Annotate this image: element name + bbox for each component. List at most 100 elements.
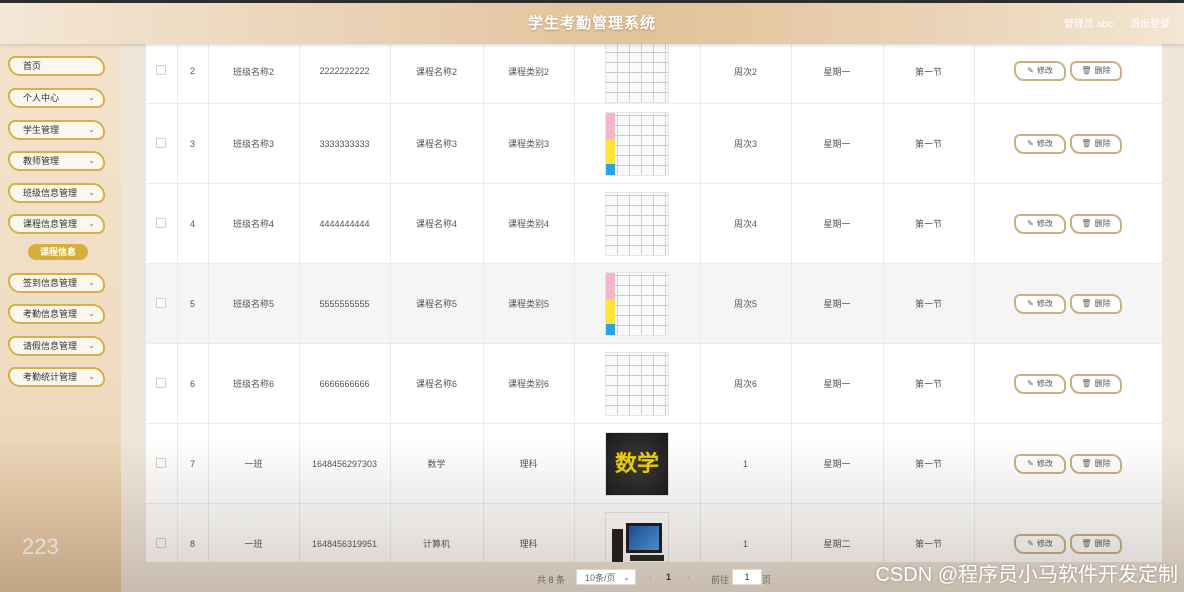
cell-actions: ✎ 修改 🗑 删除 xyxy=(974,44,1162,104)
chevron-down-icon: ⌄ xyxy=(88,156,95,165)
chevron-down-icon: ⌄ xyxy=(88,278,95,287)
sidebar-item-statistics[interactable]: 考勤统计管理 ⌄ xyxy=(8,367,105,387)
table-row: 7 一班 1648456297303 数学 理科 数学 1 星期一 第一节 ✎ 修改 🗑 删除 xyxy=(146,423,1162,504)
course-table: 2 班级名称2 2222222222 课程名称2 课程类别2 周次2 星期一 第一节 ✎ 修改 🗑 删… xyxy=(146,44,1162,562)
course-image xyxy=(605,271,669,336)
sidebar-item-personal-center[interactable]: 个人中心 ⌄ xyxy=(8,88,105,108)
cell-week: 1 xyxy=(700,503,792,562)
cell-actions: ✎ 修改 🗑 删除 xyxy=(974,343,1162,424)
delete-button[interactable]: 🗑 删除 xyxy=(1070,373,1122,394)
row-checkbox[interactable] xyxy=(156,297,167,308)
cell-course-type: 课程类别2 xyxy=(483,44,575,104)
cell-class-name: 一班 xyxy=(208,503,300,562)
cell-course-type: 课程类别3 xyxy=(483,103,575,184)
next-page-button[interactable]: › xyxy=(687,572,690,582)
edit-label: 修改 xyxy=(1036,458,1053,468)
edit-button[interactable]: ✎ 修改 xyxy=(1014,213,1066,234)
delete-button[interactable]: 🗑 删除 xyxy=(1070,213,1122,234)
cell-image xyxy=(574,183,701,264)
chevron-down-icon: ⌄ xyxy=(88,372,95,381)
edit-button[interactable]: ✎ 修改 xyxy=(1014,61,1066,81)
row-checkbox[interactable] xyxy=(156,377,167,388)
cell-weekday: 星期一 xyxy=(791,343,884,424)
delete-label: 删除 xyxy=(1094,538,1111,548)
edit-button[interactable]: ✎ 修改 xyxy=(1014,373,1066,394)
page-size-select[interactable]: 10条/页 ⌄ xyxy=(576,569,636,585)
row-index: 3 xyxy=(177,103,209,184)
sidebar-item-label: 请假信息管理 xyxy=(23,341,78,351)
edit-icon: ✎ xyxy=(1027,138,1034,148)
cell-actions: ✎ 修改 🗑 删除 xyxy=(974,423,1162,504)
cell-course-name: 课程名称2 xyxy=(390,44,484,104)
row-checkbox[interactable] xyxy=(156,65,167,75)
edit-icon: ✎ xyxy=(1027,298,1034,308)
sidebar-subitem-course-info[interactable]: 课程信息 xyxy=(28,244,88,260)
cell-course-name: 数学 xyxy=(390,423,484,504)
row-index: 8 xyxy=(177,503,209,562)
row-checkbox[interactable] xyxy=(156,457,167,468)
table-row: 2 班级名称2 2222222222 课程名称2 课程类别2 周次2 星期一 第一节 ✎ 修改 🗑 删… xyxy=(146,44,1162,104)
row-checkbox[interactable] xyxy=(156,217,167,228)
delete-button[interactable]: 🗑 删除 xyxy=(1070,293,1122,314)
edit-button[interactable]: ✎ 修改 xyxy=(1014,533,1066,554)
delete-label: 删除 xyxy=(1094,378,1111,388)
delete-button[interactable]: 🗑 删除 xyxy=(1070,133,1122,154)
delete-label: 删除 xyxy=(1094,298,1111,308)
goto-page-input[interactable]: 1 xyxy=(732,569,762,585)
sidebar-item-signin[interactable]: 签到信息管理 ⌄ xyxy=(8,273,105,293)
header-user-area: 管理员 abo 退出登录 xyxy=(1050,15,1170,30)
edit-button[interactable]: ✎ 修改 xyxy=(1014,293,1066,314)
row-checkbox[interactable] xyxy=(156,137,167,148)
cell-actions: ✎ 修改 🗑 删除 xyxy=(974,503,1162,562)
prev-page-button[interactable]: ‹ xyxy=(649,572,652,582)
cell-weekday: 星期一 xyxy=(791,263,884,344)
delete-button[interactable]: 🗑 删除 xyxy=(1070,61,1122,81)
trash-icon: 🗑 xyxy=(1081,66,1092,75)
current-user: 管理员 abo xyxy=(1063,19,1114,30)
cell-course-name: 课程名称5 xyxy=(390,263,484,344)
logout-button[interactable]: 退出登录 xyxy=(1130,19,1170,30)
chevron-down-icon: ⌄ xyxy=(623,573,630,582)
sidebar-item-courses[interactable]: 课程信息管理 ⌄ xyxy=(8,214,105,234)
edit-label: 修改 xyxy=(1036,538,1053,548)
pagination-total: 共 8 条 xyxy=(537,575,566,585)
edit-button[interactable]: ✎ 修改 xyxy=(1014,453,1066,474)
sidebar-bottom-text: 223 xyxy=(22,534,59,559)
cell-section: 第一节 xyxy=(883,423,975,504)
delete-button[interactable]: 🗑 删除 xyxy=(1070,533,1122,554)
cell-course-no: 5555555555 xyxy=(299,263,391,344)
sidebar-item-label: 考勤统计管理 xyxy=(23,372,78,382)
cell-course-no: 2222222222 xyxy=(299,44,391,104)
sidebar-item-label: 签到信息管理 xyxy=(23,278,78,288)
chevron-down-icon: ⌄ xyxy=(88,309,95,318)
sidebar-item-label: 个人中心 xyxy=(23,93,60,103)
row-checkbox[interactable] xyxy=(156,537,167,548)
course-image-text: 数学 xyxy=(614,450,659,477)
sidebar-item-attendance[interactable]: 考勤信息管理 ⌄ xyxy=(8,304,105,324)
sidebar-item-label: 学生管理 xyxy=(23,125,60,135)
cell-weekday: 星期一 xyxy=(791,183,884,264)
edit-label: 修改 xyxy=(1036,378,1053,388)
sidebar-item-students[interactable]: 学生管理 ⌄ xyxy=(8,120,105,140)
keyboard-shape xyxy=(630,554,664,561)
trash-icon: 🗑 xyxy=(1081,458,1092,468)
sidebar-item-label: 课程信息管理 xyxy=(23,219,78,229)
sidebar-item-teachers[interactable]: 教师管理 ⌄ xyxy=(8,151,105,171)
sidebar-item-classes[interactable]: 班级信息管理 ⌄ xyxy=(8,183,105,203)
cell-course-type: 课程类别6 xyxy=(483,343,575,424)
current-page[interactable]: 1 xyxy=(666,572,671,582)
course-image xyxy=(605,351,669,416)
row-checkbox-cell xyxy=(146,103,178,184)
chevron-down-icon: ⌄ xyxy=(88,341,95,350)
cell-class-name: 班级名称5 xyxy=(208,263,300,344)
sidebar-item-home[interactable]: 首页 xyxy=(8,56,105,76)
edit-label: 修改 xyxy=(1036,66,1053,75)
delete-button[interactable]: 🗑 删除 xyxy=(1070,453,1122,474)
course-table-wrapper: 2 班级名称2 2222222222 课程名称2 课程类别2 周次2 星期一 第一节 ✎ 修改 🗑 删… xyxy=(146,44,1162,562)
cell-section: 第一节 xyxy=(883,503,975,562)
row-index: 6 xyxy=(177,343,209,424)
edit-button[interactable]: ✎ 修改 xyxy=(1014,133,1066,154)
sidebar-item-leave[interactable]: 请假信息管理 ⌄ xyxy=(8,336,105,356)
row-checkbox-cell xyxy=(146,263,178,344)
chevron-down-icon: ⌄ xyxy=(88,219,95,228)
